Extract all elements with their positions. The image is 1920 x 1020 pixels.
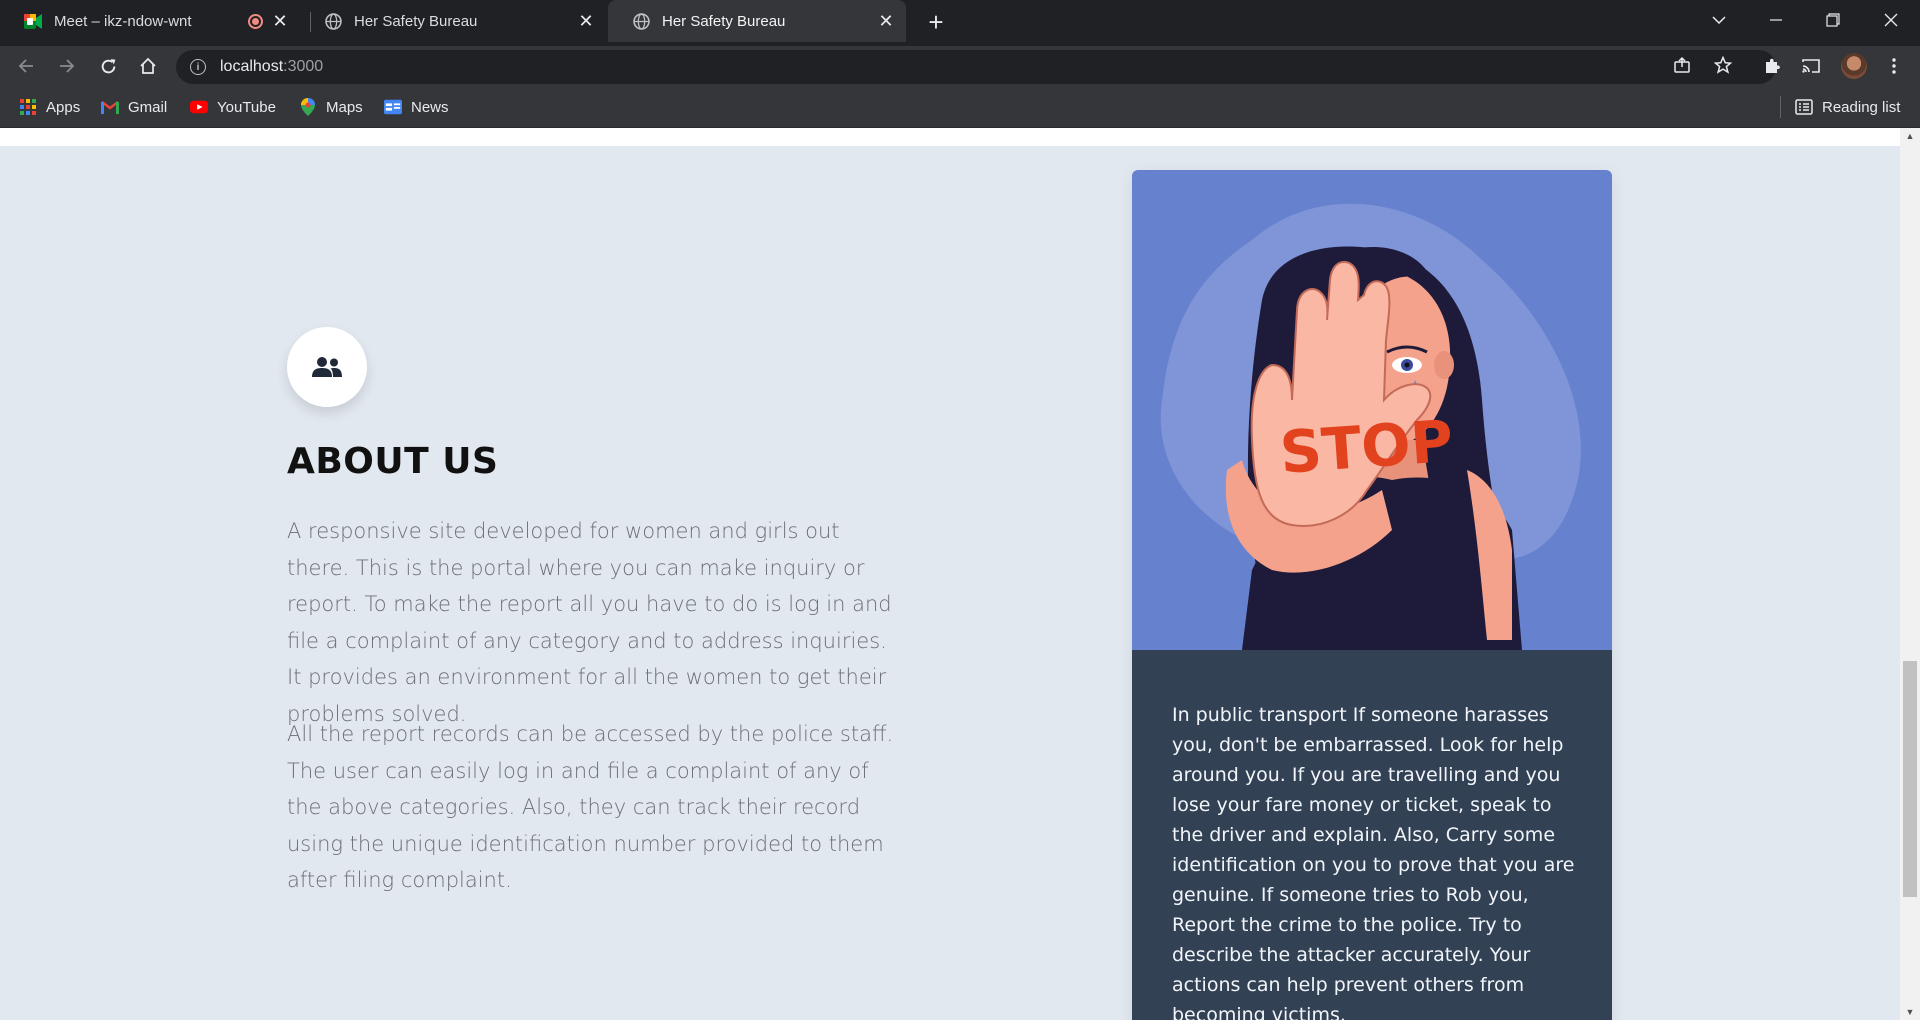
reload-icon[interactable] xyxy=(92,50,124,82)
users-icon-badge xyxy=(287,327,367,407)
tab-title: Her Safety Bureau xyxy=(662,12,786,30)
safety-tip-text: In public transport If someone harasses … xyxy=(1172,704,1575,1020)
address-url: localhost:3000 xyxy=(220,58,324,75)
close-tab-icon[interactable]: ✕ xyxy=(270,11,290,31)
tab-title: Meet – ikz-ndow-wnt xyxy=(54,12,192,30)
bookmark-label: Apps xyxy=(46,98,81,116)
news-icon xyxy=(384,98,402,116)
scroll-up-arrow-icon[interactable]: ▲ xyxy=(1900,128,1920,144)
close-window-icon[interactable] xyxy=(1863,0,1919,40)
tab-her-safety-1[interactable]: Her Safety Bureau ✕ xyxy=(300,0,606,42)
page-viewport: ABOUT US A responsive site developed for… xyxy=(0,128,1920,1020)
tab-her-safety-2[interactable]: Her Safety Bureau ✕ xyxy=(608,0,906,42)
tab-strip: Meet – ikz-ndow-wnt ✕ Her Safety Bureau … xyxy=(0,0,1920,46)
address-bar[interactable]: i localhost:3000 xyxy=(176,50,1776,84)
forward-arrow-icon[interactable] xyxy=(51,50,83,82)
restore-icon[interactable] xyxy=(1805,0,1861,40)
stop-sign-text: STOP xyxy=(1278,407,1455,487)
site-info-icon[interactable]: i xyxy=(190,59,206,75)
bookmark-label: Gmail xyxy=(128,98,168,116)
youtube-icon xyxy=(190,98,208,116)
about-paragraph-2: All the report records can be accessed b… xyxy=(287,722,894,892)
about-title: ABOUT US xyxy=(287,441,499,482)
minimize-icon[interactable] xyxy=(1748,0,1804,40)
recording-indicator-icon xyxy=(248,14,263,29)
bookmark-label: YouTube xyxy=(217,98,276,116)
reading-list-label: Reading list xyxy=(1822,98,1901,116)
bookmarks-bar: Apps Gmail YouTube Maps News Reading lis… xyxy=(0,86,1920,128)
tab-search-icon[interactable] xyxy=(1691,0,1747,40)
reading-list-button[interactable]: Reading list xyxy=(1795,96,1900,118)
bookmark-youtube[interactable]: YouTube xyxy=(190,96,276,118)
globe-icon xyxy=(632,12,650,30)
cast-icon[interactable] xyxy=(1797,52,1825,80)
bookmark-news[interactable]: News xyxy=(384,96,449,118)
browser-toolbar: i localhost:3000 xyxy=(0,46,1920,86)
bookmark-label: News xyxy=(411,98,449,116)
safety-tip-card: STOP In public transport If someone hara… xyxy=(1132,170,1612,1020)
about-paragraph-1: A responsive site developed for women an… xyxy=(287,519,892,726)
card-body: In public transport If someone harasses … xyxy=(1132,650,1612,1020)
scroll-down-arrow-icon[interactable]: ▼ xyxy=(1900,1004,1920,1020)
close-tab-icon[interactable]: ✕ xyxy=(876,11,896,31)
home-icon[interactable] xyxy=(132,50,164,82)
header-edge xyxy=(0,128,1900,146)
stop-illustration: STOP xyxy=(1132,170,1612,650)
more-menu-icon[interactable] xyxy=(1880,52,1908,80)
bookmarks-separator xyxy=(1780,96,1781,118)
extensions-puzzle-icon[interactable] xyxy=(1758,52,1786,80)
page-scrollbar[interactable]: ▲ ▼ xyxy=(1900,128,1920,1020)
bookmark-star-icon[interactable] xyxy=(1712,54,1734,76)
apps-grid-icon xyxy=(19,98,37,116)
bookmark-apps[interactable]: Apps xyxy=(19,96,80,118)
close-tab-icon[interactable]: ✕ xyxy=(576,11,596,31)
bookmark-maps[interactable]: Maps xyxy=(299,96,363,118)
profile-avatar[interactable] xyxy=(1841,53,1867,79)
tab-title: Her Safety Bureau xyxy=(354,12,478,30)
tab-meet[interactable]: Meet – ikz-ndow-wnt ✕ xyxy=(0,0,300,42)
share-icon[interactable] xyxy=(1671,54,1693,76)
new-tab-button[interactable]: + xyxy=(922,7,950,37)
reading-list-icon xyxy=(1795,98,1813,116)
bookmark-gmail[interactable]: Gmail xyxy=(101,96,167,118)
maps-pin-icon xyxy=(299,98,317,116)
scrollbar-thumb[interactable] xyxy=(1903,661,1917,897)
back-arrow-icon[interactable] xyxy=(10,50,42,82)
globe-icon xyxy=(324,12,342,30)
bookmark-label: Maps xyxy=(326,98,363,116)
users-icon xyxy=(312,357,342,377)
google-meet-icon xyxy=(24,12,42,30)
gmail-icon xyxy=(101,98,119,116)
